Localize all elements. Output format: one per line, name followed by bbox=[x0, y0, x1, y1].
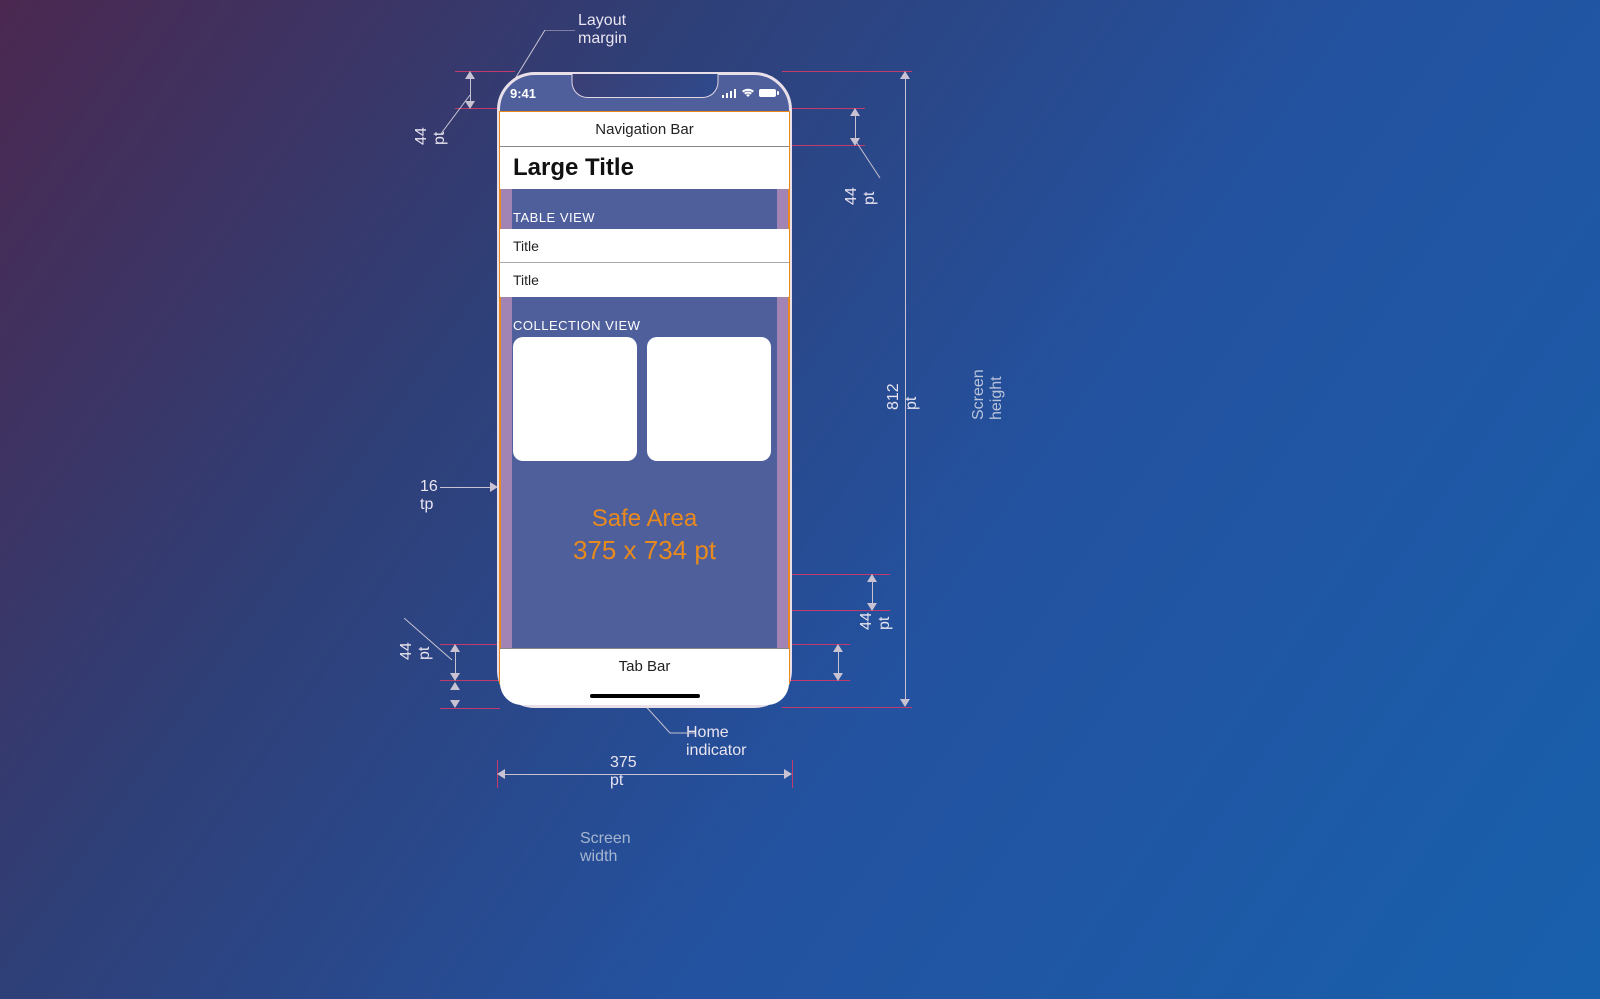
arrowhead-icon bbox=[900, 71, 910, 79]
leader-line bbox=[418, 95, 473, 150]
measure-tick bbox=[440, 708, 500, 709]
label-home-indicator: Home indicator bbox=[686, 724, 746, 760]
arrowhead-icon bbox=[833, 673, 843, 681]
measure-tick bbox=[792, 760, 793, 788]
arrowhead-icon bbox=[867, 574, 877, 582]
tab-bar: Tab Bar bbox=[500, 648, 789, 683]
dim-label-width: 375 pt bbox=[610, 754, 637, 790]
diagram-canvas: 44 pt 44 pt 812 pt Screen height 44 pt 4… bbox=[0, 0, 1600, 999]
measure-tick bbox=[782, 71, 912, 72]
measure-arrow bbox=[503, 774, 786, 775]
collection-item bbox=[513, 337, 637, 461]
table-view-header: TABLE VIEW bbox=[513, 210, 595, 225]
table-cell-label: Title bbox=[513, 272, 539, 288]
dim-label-height: 812 pt bbox=[885, 383, 921, 410]
arrowhead-icon bbox=[784, 769, 792, 779]
collection-view-header: COLLECTION VIEW bbox=[513, 318, 640, 333]
measure-arrow bbox=[838, 649, 839, 676]
battery-icon bbox=[759, 88, 779, 98]
dim-label-tabbar: 44 pt bbox=[858, 612, 894, 630]
home-indicator-area bbox=[500, 683, 789, 705]
measure-arrow bbox=[440, 487, 494, 488]
layout-margin-right bbox=[777, 113, 788, 682]
status-time: 9:41 bbox=[510, 86, 536, 101]
label-screen-height: Screen height bbox=[970, 369, 1006, 420]
arrowhead-icon bbox=[450, 700, 460, 708]
dim-label-margin: 16 tp bbox=[420, 478, 438, 514]
arrowhead-icon bbox=[465, 71, 475, 79]
measure-arrow bbox=[855, 113, 856, 141]
table-cell: Title bbox=[500, 229, 789, 263]
arrowhead-icon bbox=[450, 673, 460, 681]
table-cell: Title bbox=[500, 263, 789, 297]
status-bar: 9:41 bbox=[510, 83, 779, 103]
home-indicator bbox=[590, 694, 700, 698]
arrowhead-icon bbox=[850, 108, 860, 116]
safe-area-line2: 375 x 734 pt bbox=[500, 535, 789, 566]
large-title: Large Title bbox=[500, 147, 789, 189]
table-cell-label: Title bbox=[513, 238, 539, 254]
label-layout-margin: Layout margin bbox=[578, 12, 627, 48]
collection-item bbox=[647, 337, 771, 461]
measure-arrow bbox=[872, 579, 873, 606]
measure-tick bbox=[440, 680, 500, 681]
arrowhead-icon bbox=[497, 769, 505, 779]
leader-line bbox=[404, 618, 459, 663]
label-screen-width: Screen width bbox=[580, 830, 631, 866]
large-title-label: Large Title bbox=[513, 154, 634, 182]
arrowhead-icon bbox=[450, 682, 460, 690]
status-icons bbox=[722, 88, 779, 98]
wifi-icon bbox=[741, 88, 755, 98]
tab-bar-label: Tab Bar bbox=[619, 658, 671, 675]
arrowhead-icon bbox=[867, 603, 877, 611]
safe-area-text: Safe Area 375 x 734 pt bbox=[500, 505, 789, 566]
navigation-bar-label: Navigation Bar bbox=[595, 121, 693, 138]
phone-frame: 9:41 Navigation Bar Large Title TABLE VI… bbox=[497, 72, 792, 708]
navigation-bar: Navigation Bar bbox=[500, 112, 789, 147]
leader-line bbox=[855, 140, 895, 195]
signal-icon bbox=[722, 88, 737, 98]
arrowhead-icon bbox=[833, 644, 843, 652]
measure-tick bbox=[782, 707, 912, 708]
arrowhead-icon bbox=[900, 699, 910, 707]
safe-area-line1: Safe Area bbox=[500, 505, 789, 533]
layout-margin-left bbox=[501, 113, 512, 682]
